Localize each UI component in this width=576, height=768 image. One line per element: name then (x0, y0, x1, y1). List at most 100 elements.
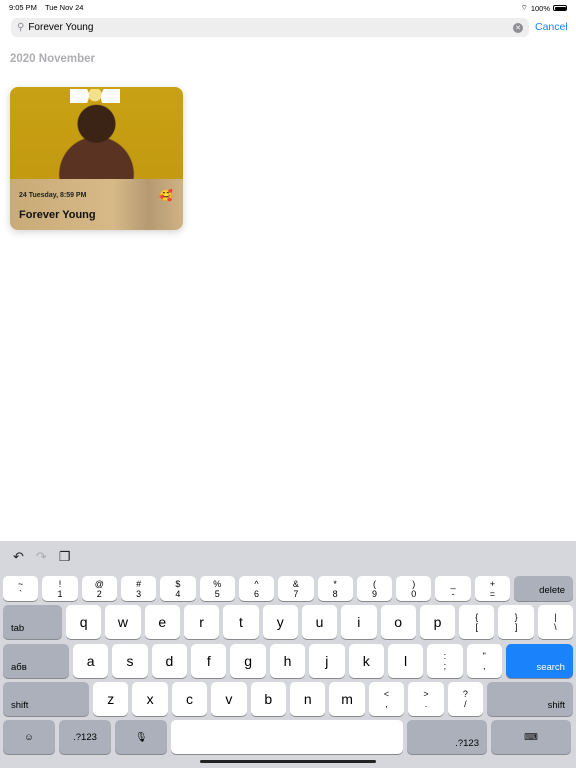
key-y[interactable]: y (262, 605, 298, 639)
key-m[interactable]: m (329, 682, 365, 716)
key-label: 7 (293, 588, 299, 599)
key--[interactable]: _ - (435, 576, 471, 601)
key-o[interactable]: o (380, 605, 416, 639)
key-,[interactable]: <, (368, 682, 405, 716)
key-label: 0 (411, 588, 417, 599)
keyboard-row: ~ `! 1 @2 #3 $4% 5 ^ 6 & 7 * 8(9) 0 _ - + = delete (3, 576, 574, 601)
clear-icon[interactable]: ✕ (513, 22, 523, 33)
key-x[interactable]: x (132, 682, 168, 716)
key-.[interactable]: >. (408, 682, 444, 716)
key-;[interactable]: :; (427, 644, 463, 678)
key-t[interactable]: t (223, 605, 259, 639)
key-5[interactable]: % 5 (199, 576, 235, 601)
key-g[interactable]: g (230, 644, 266, 678)
key-label: ! (58, 578, 62, 589)
cancel-button[interactable]: Cancel (535, 21, 568, 33)
key-label: 8 (332, 588, 338, 599)
dictation-key[interactable]: 🎙 (115, 720, 167, 754)
hide-keyboard-key[interactable]: ⌨ (491, 720, 571, 754)
numbers-key[interactable]: .?123 (407, 720, 487, 754)
key-label: $ (175, 578, 181, 589)
key-2[interactable]: @2 (81, 576, 117, 601)
key-label: ( (372, 578, 376, 589)
key-n[interactable]: n (290, 682, 326, 716)
key-8[interactable]: * 8 (317, 576, 353, 601)
language-key[interactable]: абв (3, 644, 69, 678)
section-header: 2020 November (10, 53, 96, 65)
key-label: | (554, 612, 557, 622)
key-label: 9 (371, 588, 377, 599)
mood-emoji-icon: 🥰 (159, 190, 173, 202)
key-label: 3 (136, 588, 142, 599)
search-key[interactable]: search (505, 644, 573, 678)
key-s[interactable]: s (112, 644, 148, 678)
search-bar[interactable]: ⚲ ✕ (11, 18, 529, 37)
keyboard-row: абв a s d f g h j k l:; ", search (3, 644, 573, 678)
key-c[interactable]: c (171, 682, 208, 716)
key-a[interactable]: a (73, 644, 109, 678)
shift-key[interactable]: shift (487, 682, 574, 716)
key-label: 2 (96, 588, 102, 599)
key-label: ) (412, 578, 416, 589)
wifi-icon: ⌔ (520, 3, 528, 12)
key-7[interactable]: & 7 (278, 576, 314, 601)
key-4[interactable]: $4 (160, 576, 196, 601)
key-p[interactable]: p (419, 605, 456, 639)
key-label: > (423, 689, 429, 699)
key-r[interactable]: r (183, 605, 220, 639)
key-label: - (451, 588, 455, 599)
key-1[interactable]: ! 1 (42, 576, 78, 601)
emoji-key[interactable]: ☺ (3, 720, 55, 754)
key-b[interactable]: b (250, 682, 287, 716)
key-k[interactable]: k (348, 644, 384, 678)
key-,[interactable]: ", (466, 644, 502, 678)
key-label: [ (475, 622, 479, 632)
shift-key[interactable]: shift (3, 682, 89, 716)
key-u[interactable]: u (301, 605, 338, 639)
key-`[interactable]: ~ ` (3, 576, 39, 601)
key-l[interactable]: l (387, 644, 424, 678)
key-q[interactable]: q (66, 605, 102, 639)
key-label: & (292, 578, 299, 589)
keyboard-row: shift z x c v b n m <, >.? / shift (3, 682, 574, 716)
keyboard: ↶ ↷ ❐ ~ `! 1 @2 #3 $4% 5 ^ 6 & 7 * 8(9) 0 _ - + = delete ta… (0, 541, 576, 768)
key-h[interactable]: h (269, 644, 306, 678)
search-input[interactable] (28, 22, 513, 33)
key-z[interactable]: z (93, 682, 129, 716)
key-i[interactable]: i (341, 605, 377, 639)
key-label: 5 (214, 588, 220, 599)
key-j[interactable]: j (309, 644, 345, 678)
key-=[interactable]: + = (474, 576, 511, 601)
key-label: 4 (175, 588, 181, 599)
key-label: % (213, 578, 222, 589)
key-label: " (482, 651, 486, 661)
space-key[interactable] (171, 720, 403, 754)
key-label: < (383, 689, 390, 699)
key-label: : (443, 651, 447, 661)
keyboard-row: tab q w e r t y u i o p{[}] | \ (3, 605, 574, 639)
key-f[interactable]: f (191, 644, 227, 678)
delete-key[interactable]: delete (514, 576, 574, 601)
numbers-key[interactable]: .?123 (59, 720, 111, 754)
key-e[interactable]: e (144, 605, 180, 639)
paste-icon[interactable]: ❐ (59, 549, 71, 565)
key-d[interactable]: d (151, 644, 188, 678)
key-6[interactable]: ^ 6 (238, 576, 275, 601)
key-label: @ (94, 578, 104, 589)
key-3[interactable]: #3 (120, 576, 157, 601)
key-[[interactable]: {[ (459, 605, 495, 639)
key-/[interactable]: ? / (447, 682, 484, 716)
journal-entry-card[interactable]: 24 Tuesday, 8:59 PM 🥰 Forever Young (10, 87, 183, 230)
undo-icon[interactable]: ↶ (13, 549, 24, 565)
key-v[interactable]: v (211, 682, 247, 716)
key-9[interactable]: (9 (356, 576, 393, 601)
key-label: } (514, 612, 518, 622)
key-0[interactable]: ) 0 (396, 576, 432, 601)
key-w[interactable]: w (105, 605, 141, 639)
key-\[interactable]: | \ (537, 605, 574, 639)
key-label: . (424, 699, 428, 709)
entry-title: Forever Young (19, 209, 96, 221)
tab-key[interactable]: tab (3, 605, 62, 639)
key-][interactable]: }] (498, 605, 534, 639)
redo-icon[interactable]: ↷ (36, 549, 47, 565)
